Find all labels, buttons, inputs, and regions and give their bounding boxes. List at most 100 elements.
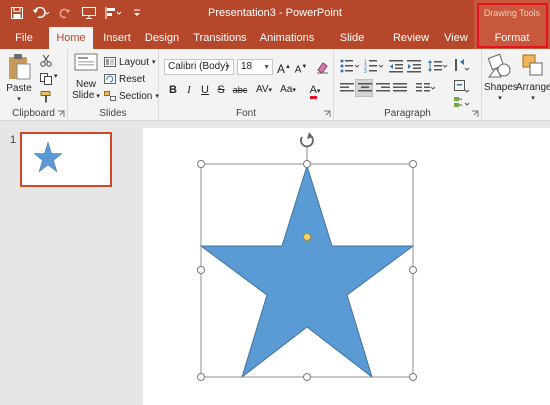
slides-group: New Slide ▾ Layout ▾ Reset Section ▾ Slide… xyxy=(68,49,159,121)
ribbon-tab-row: File Home Insert Design Transitions Anim… xyxy=(0,27,550,66)
grow-font-button[interactable]: A▲ xyxy=(276,59,292,76)
dialog-launcher-icon[interactable] xyxy=(471,110,479,118)
font-color-label: A xyxy=(309,84,317,99)
font-size-select[interactable]: 18 ▼ xyxy=(237,59,273,75)
slide-number: 1 xyxy=(10,134,17,146)
tab-review[interactable]: Review xyxy=(390,27,432,49)
font-size-value: 18 xyxy=(241,61,253,72)
resize-handle-bottom-left[interactable] xyxy=(197,373,205,381)
dialog-launcher-icon[interactable] xyxy=(57,110,65,118)
grow-font-label: A xyxy=(277,62,286,76)
character-spacing-button[interactable]: AV▾ xyxy=(253,82,275,98)
star-thumbnail-icon xyxy=(33,141,63,173)
font-name-value: Calibri (Body) xyxy=(168,61,229,72)
resize-handle-right[interactable] xyxy=(409,266,417,274)
dialog-launcher-icon[interactable] xyxy=(323,110,331,118)
shadow-button[interactable]: S xyxy=(213,82,229,98)
slide-thumbnail[interactable] xyxy=(20,132,112,187)
change-case-label: Aa xyxy=(280,84,293,95)
section-button[interactable]: Section ▾ xyxy=(104,89,159,103)
new-slide-button[interactable]: New Slide ▾ xyxy=(71,53,101,109)
arrange-button[interactable]: Arrange ▾ xyxy=(516,53,550,109)
underline-button[interactable]: U xyxy=(197,82,213,98)
shapes-icon xyxy=(487,53,511,78)
layout-icon xyxy=(104,57,116,67)
resize-handle-top-right[interactable] xyxy=(409,160,417,168)
tab-home[interactable]: Home xyxy=(49,27,93,49)
tab-design[interactable]: Design xyxy=(142,27,182,49)
new-slide-label-line2: Slide xyxy=(72,90,95,101)
align-text-icon[interactable] xyxy=(454,80,470,94)
resize-handle-left[interactable] xyxy=(197,266,205,274)
chevron-down-icon: ▾ xyxy=(316,88,321,95)
columns-icon[interactable] xyxy=(416,82,436,94)
format-painter-icon[interactable] xyxy=(40,91,52,103)
tab-insert[interactable]: Insert xyxy=(98,27,136,49)
tab-view[interactable]: View xyxy=(441,27,471,49)
chevron-down-icon: ▾ xyxy=(498,95,502,102)
bullets-icon[interactable] xyxy=(340,59,360,73)
character-spacing-label: AV xyxy=(255,84,269,95)
italic-button[interactable]: I xyxy=(181,82,197,98)
align-right-icon[interactable] xyxy=(376,82,390,94)
window-title: Presentation3 - PowerPoint xyxy=(208,7,342,19)
font-color-button[interactable]: A▾ xyxy=(304,82,326,99)
paragraph-group: 123 Paragraph xyxy=(334,49,482,121)
section-icon xyxy=(104,91,116,101)
align-left-icon[interactable] xyxy=(340,82,354,94)
tab-file[interactable]: File xyxy=(8,27,40,49)
cut-icon[interactable] xyxy=(40,55,52,67)
drawing-tools-contextual-header: Drawing Tools xyxy=(474,0,550,27)
chevron-down-icon: ▼ xyxy=(224,64,231,71)
line-spacing-icon[interactable] xyxy=(428,59,448,73)
chevron-down-icon: ▾ xyxy=(17,96,21,103)
slides-group-label: Slides xyxy=(99,108,127,119)
arrange-label: Arrange xyxy=(516,82,550,93)
change-case-button[interactable]: Aa▾ xyxy=(277,82,299,98)
paste-icon xyxy=(9,54,31,80)
tab-animations[interactable]: Animations xyxy=(258,27,316,49)
reset-label: Reset xyxy=(119,73,146,85)
font-name-select[interactable]: Calibri (Body) ▼ xyxy=(164,59,234,75)
chevron-down-icon: ▾ xyxy=(94,93,100,100)
tab-slideshow[interactable]: Slide Show xyxy=(326,27,378,66)
resize-handle-top[interactable] xyxy=(303,160,311,168)
adjustment-handle[interactable] xyxy=(303,233,311,241)
tab-transitions[interactable]: Transitions xyxy=(192,27,248,49)
text-direction-icon[interactable] xyxy=(454,58,470,72)
numbering-icon[interactable]: 123 xyxy=(364,59,384,73)
clipboard-group: Paste ▾ ▾ Clipboard xyxy=(0,49,68,121)
tab-format[interactable]: Format xyxy=(474,27,550,49)
decrease-indent-icon[interactable] xyxy=(389,59,403,73)
chevron-down-icon: ▾ xyxy=(152,59,156,66)
chevron-down-icon: ▾ xyxy=(531,95,535,102)
font-group-label: Font xyxy=(235,108,256,119)
chevron-down-icon: ▾ xyxy=(292,87,296,94)
layout-label: Layout xyxy=(119,56,150,68)
layout-button[interactable]: Layout ▾ xyxy=(104,55,156,69)
resize-handle-top-left[interactable] xyxy=(197,160,205,168)
copy-icon[interactable] xyxy=(40,73,52,85)
resize-handle-bottom[interactable] xyxy=(303,373,311,381)
increase-indent-icon[interactable] xyxy=(407,59,421,73)
shrink-font-button[interactable]: A▼ xyxy=(293,59,309,75)
strikethrough-button[interactable]: abc xyxy=(229,82,251,98)
reset-button[interactable]: Reset xyxy=(104,72,145,86)
paste-button[interactable]: Paste ▾ xyxy=(3,53,35,109)
justify-icon[interactable] xyxy=(393,82,407,94)
section-label: Section xyxy=(119,90,153,102)
chevron-down-icon[interactable]: ▾ xyxy=(54,72,58,80)
shapes-button[interactable]: Shapes ▾ xyxy=(484,53,518,109)
resize-handle-bottom-right[interactable] xyxy=(409,373,417,381)
font-group: Calibri (Body) ▼ 18 ▼ A▲ A▼ B I U S abc … xyxy=(159,49,334,121)
title-bar: Presentation3 - PowerPoint Drawing Tools xyxy=(0,0,550,27)
paragraph-group-label: Paragraph xyxy=(384,108,431,119)
new-slide-label-line1: New xyxy=(75,79,96,90)
center-align-button[interactable] xyxy=(355,79,373,97)
drawing-group: Shapes ▾ Arrange ▾ xyxy=(482,49,550,121)
shapes-label: Shapes xyxy=(484,82,518,93)
chevron-down-icon: ▼ xyxy=(263,64,270,71)
bold-button[interactable]: B xyxy=(165,82,181,98)
reset-icon xyxy=(104,74,116,84)
clear-formatting-icon[interactable] xyxy=(316,61,329,74)
